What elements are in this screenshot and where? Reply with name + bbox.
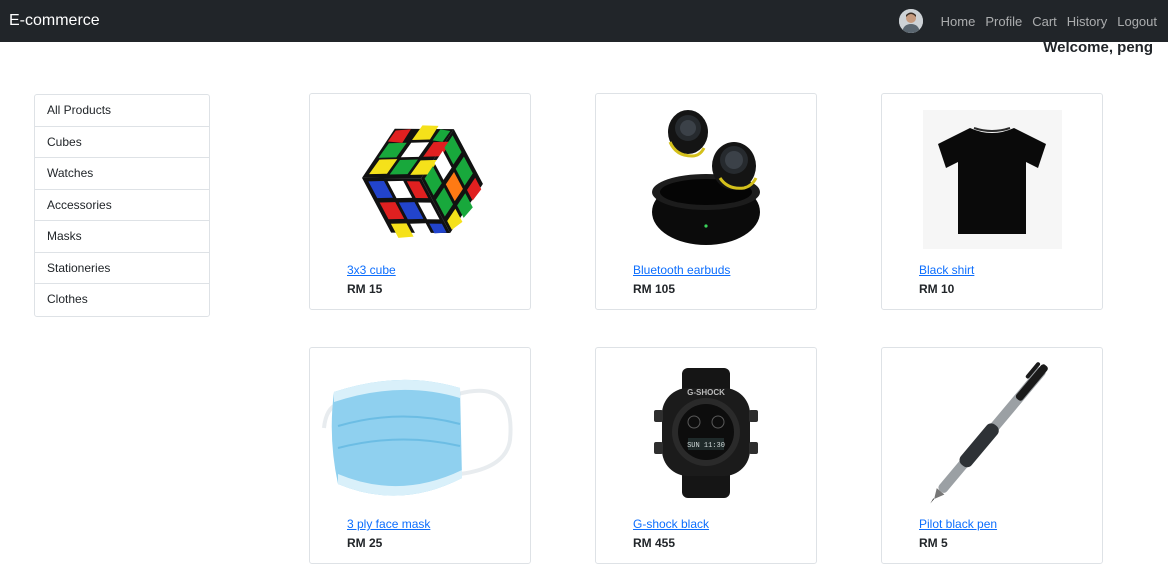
- category-masks[interactable]: Masks: [35, 221, 209, 253]
- product-name-link[interactable]: 3x3 cube: [347, 263, 396, 277]
- product-price: RM 25: [347, 536, 383, 550]
- avatar-image: [899, 9, 923, 33]
- product-price: RM 105: [633, 282, 676, 296]
- product-name-link[interactable]: G-shock black: [633, 517, 709, 531]
- product-card: Bluetooth earbuds RM 105: [595, 93, 817, 310]
- product-image-pen[interactable]: [882, 348, 1102, 513]
- product-name-link[interactable]: Black shirt: [919, 263, 974, 277]
- category-all-products[interactable]: All Products: [35, 95, 209, 127]
- category-accessories[interactable]: Accessories: [35, 190, 209, 221]
- navbar: E-commerce Home Profile Cart History Log…: [0, 0, 1168, 42]
- product-card: Pilot black pen RM 5: [881, 347, 1103, 564]
- welcome-message: Welcome, peng: [1043, 39, 1153, 56]
- product-price: RM 5: [919, 536, 948, 550]
- watch-display-text: SUN 11:30: [687, 442, 725, 450]
- watch-brand-text: G-SHOCK: [687, 388, 725, 397]
- category-stationeries[interactable]: Stationeries: [35, 253, 209, 284]
- brand-link[interactable]: E-commerce: [9, 0, 100, 42]
- product-image-mask[interactable]: [310, 348, 530, 513]
- product-image-watch[interactable]: G-SHOCK SUN 11:30: [596, 348, 816, 513]
- nav-home[interactable]: Home: [941, 14, 976, 29]
- product-name-link[interactable]: Bluetooth earbuds: [633, 263, 730, 277]
- product-image-earbuds[interactable]: [596, 94, 816, 259]
- product-price: RM 15: [347, 282, 383, 296]
- product-card: Black shirt RM 10: [881, 93, 1103, 310]
- user-avatar[interactable]: [899, 9, 923, 33]
- product-price: RM 455: [633, 536, 676, 550]
- product-name-link[interactable]: Pilot black pen: [919, 517, 997, 531]
- nav-history[interactable]: History: [1067, 14, 1107, 29]
- product-card: 3x3 cube RM 15: [309, 93, 531, 310]
- product-card: G-SHOCK SUN 11:30 G-shock black RM 455: [595, 347, 817, 564]
- nav-profile[interactable]: Profile: [985, 14, 1022, 29]
- product-image-shirt[interactable]: [882, 94, 1102, 259]
- product-card: 3 ply face mask RM 25: [309, 347, 531, 564]
- nav-logout[interactable]: Logout: [1117, 14, 1157, 29]
- product-price: RM 10: [919, 282, 955, 296]
- product-name-link[interactable]: 3 ply face mask: [347, 517, 430, 531]
- category-watches[interactable]: Watches: [35, 158, 209, 190]
- product-image-cube[interactable]: [310, 94, 530, 259]
- nav-cart[interactable]: Cart: [1032, 14, 1057, 29]
- category-list: All Products Cubes Watches Accessories M…: [34, 94, 210, 317]
- category-clothes[interactable]: Clothes: [35, 284, 209, 316]
- category-cubes[interactable]: Cubes: [35, 127, 209, 158]
